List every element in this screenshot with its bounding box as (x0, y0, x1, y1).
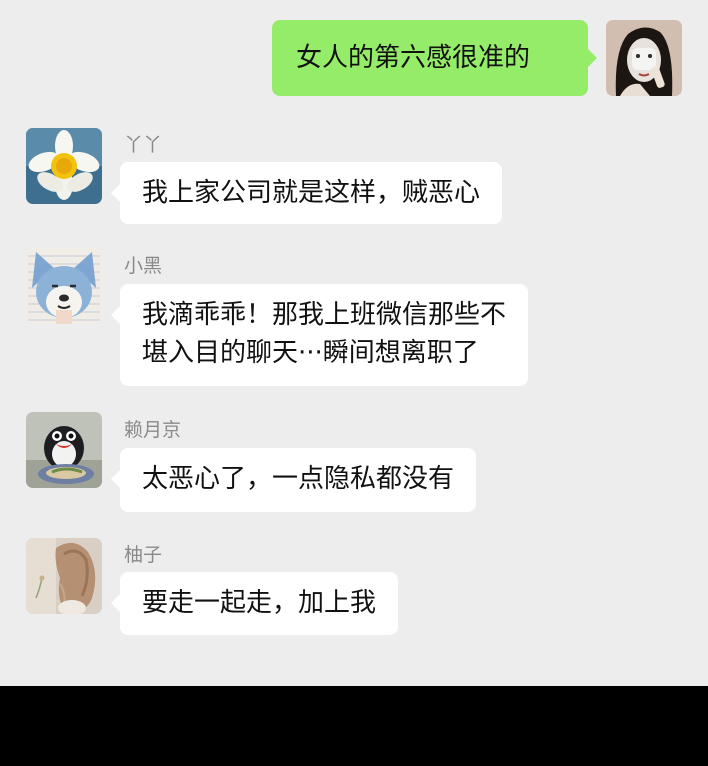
woman-back-photo-icon (26, 538, 102, 614)
daffodil-flower-icon (26, 128, 102, 204)
sender-avatar[interactable] (26, 538, 102, 614)
sender-name: 柚子 (124, 544, 163, 566)
sender-name: 丫丫 (124, 134, 163, 156)
sender-avatar[interactable] (26, 128, 102, 204)
cartoon-dog-icon (26, 248, 102, 324)
message-text: 太恶心了，一点隐私都没有 (142, 464, 455, 494)
message-bubble[interactable]: 我滴乖乖！那我上班微信那些不 堪入目的聊天···瞬间想离职了 (110, 284, 529, 386)
message-bubble[interactable]: 要走一起走，加上我 (110, 572, 399, 635)
penguin-icon (26, 412, 102, 488)
message-text: 我上家公司就是这样，贼恶心 (142, 178, 481, 208)
message-text: 要走一起走，加上我 (142, 588, 377, 618)
message-text-line: 堪入目的聊天···瞬间想离职了 (142, 338, 479, 368)
message-text: 女人的第六感很准的 (296, 43, 531, 73)
self-message-bubble[interactable]: 女人的第六感很准的 (272, 20, 597, 96)
message-text-line: 我滴乖乖！那我上班微信那些不 (142, 300, 507, 330)
sender-name: 小黑 (124, 255, 163, 277)
woman-face-mask-icon (606, 20, 682, 96)
sender-avatar[interactable] (26, 248, 102, 324)
sender-name: 赖月京 (124, 419, 182, 441)
self-avatar[interactable] (606, 20, 682, 96)
sender-avatar[interactable] (26, 412, 102, 488)
message-bubble[interactable]: 太恶心了，一点隐私都没有 (110, 448, 477, 512)
message-bubble[interactable]: 我上家公司就是这样，贼恶心 (110, 162, 503, 224)
chat-message-area: 女人的第六感很准的 丫丫 我上家公司就是这样，贼恶心 小黑 我滴乖乖！那我上班微… (0, 0, 708, 686)
bottom-black-bar (0, 686, 708, 766)
